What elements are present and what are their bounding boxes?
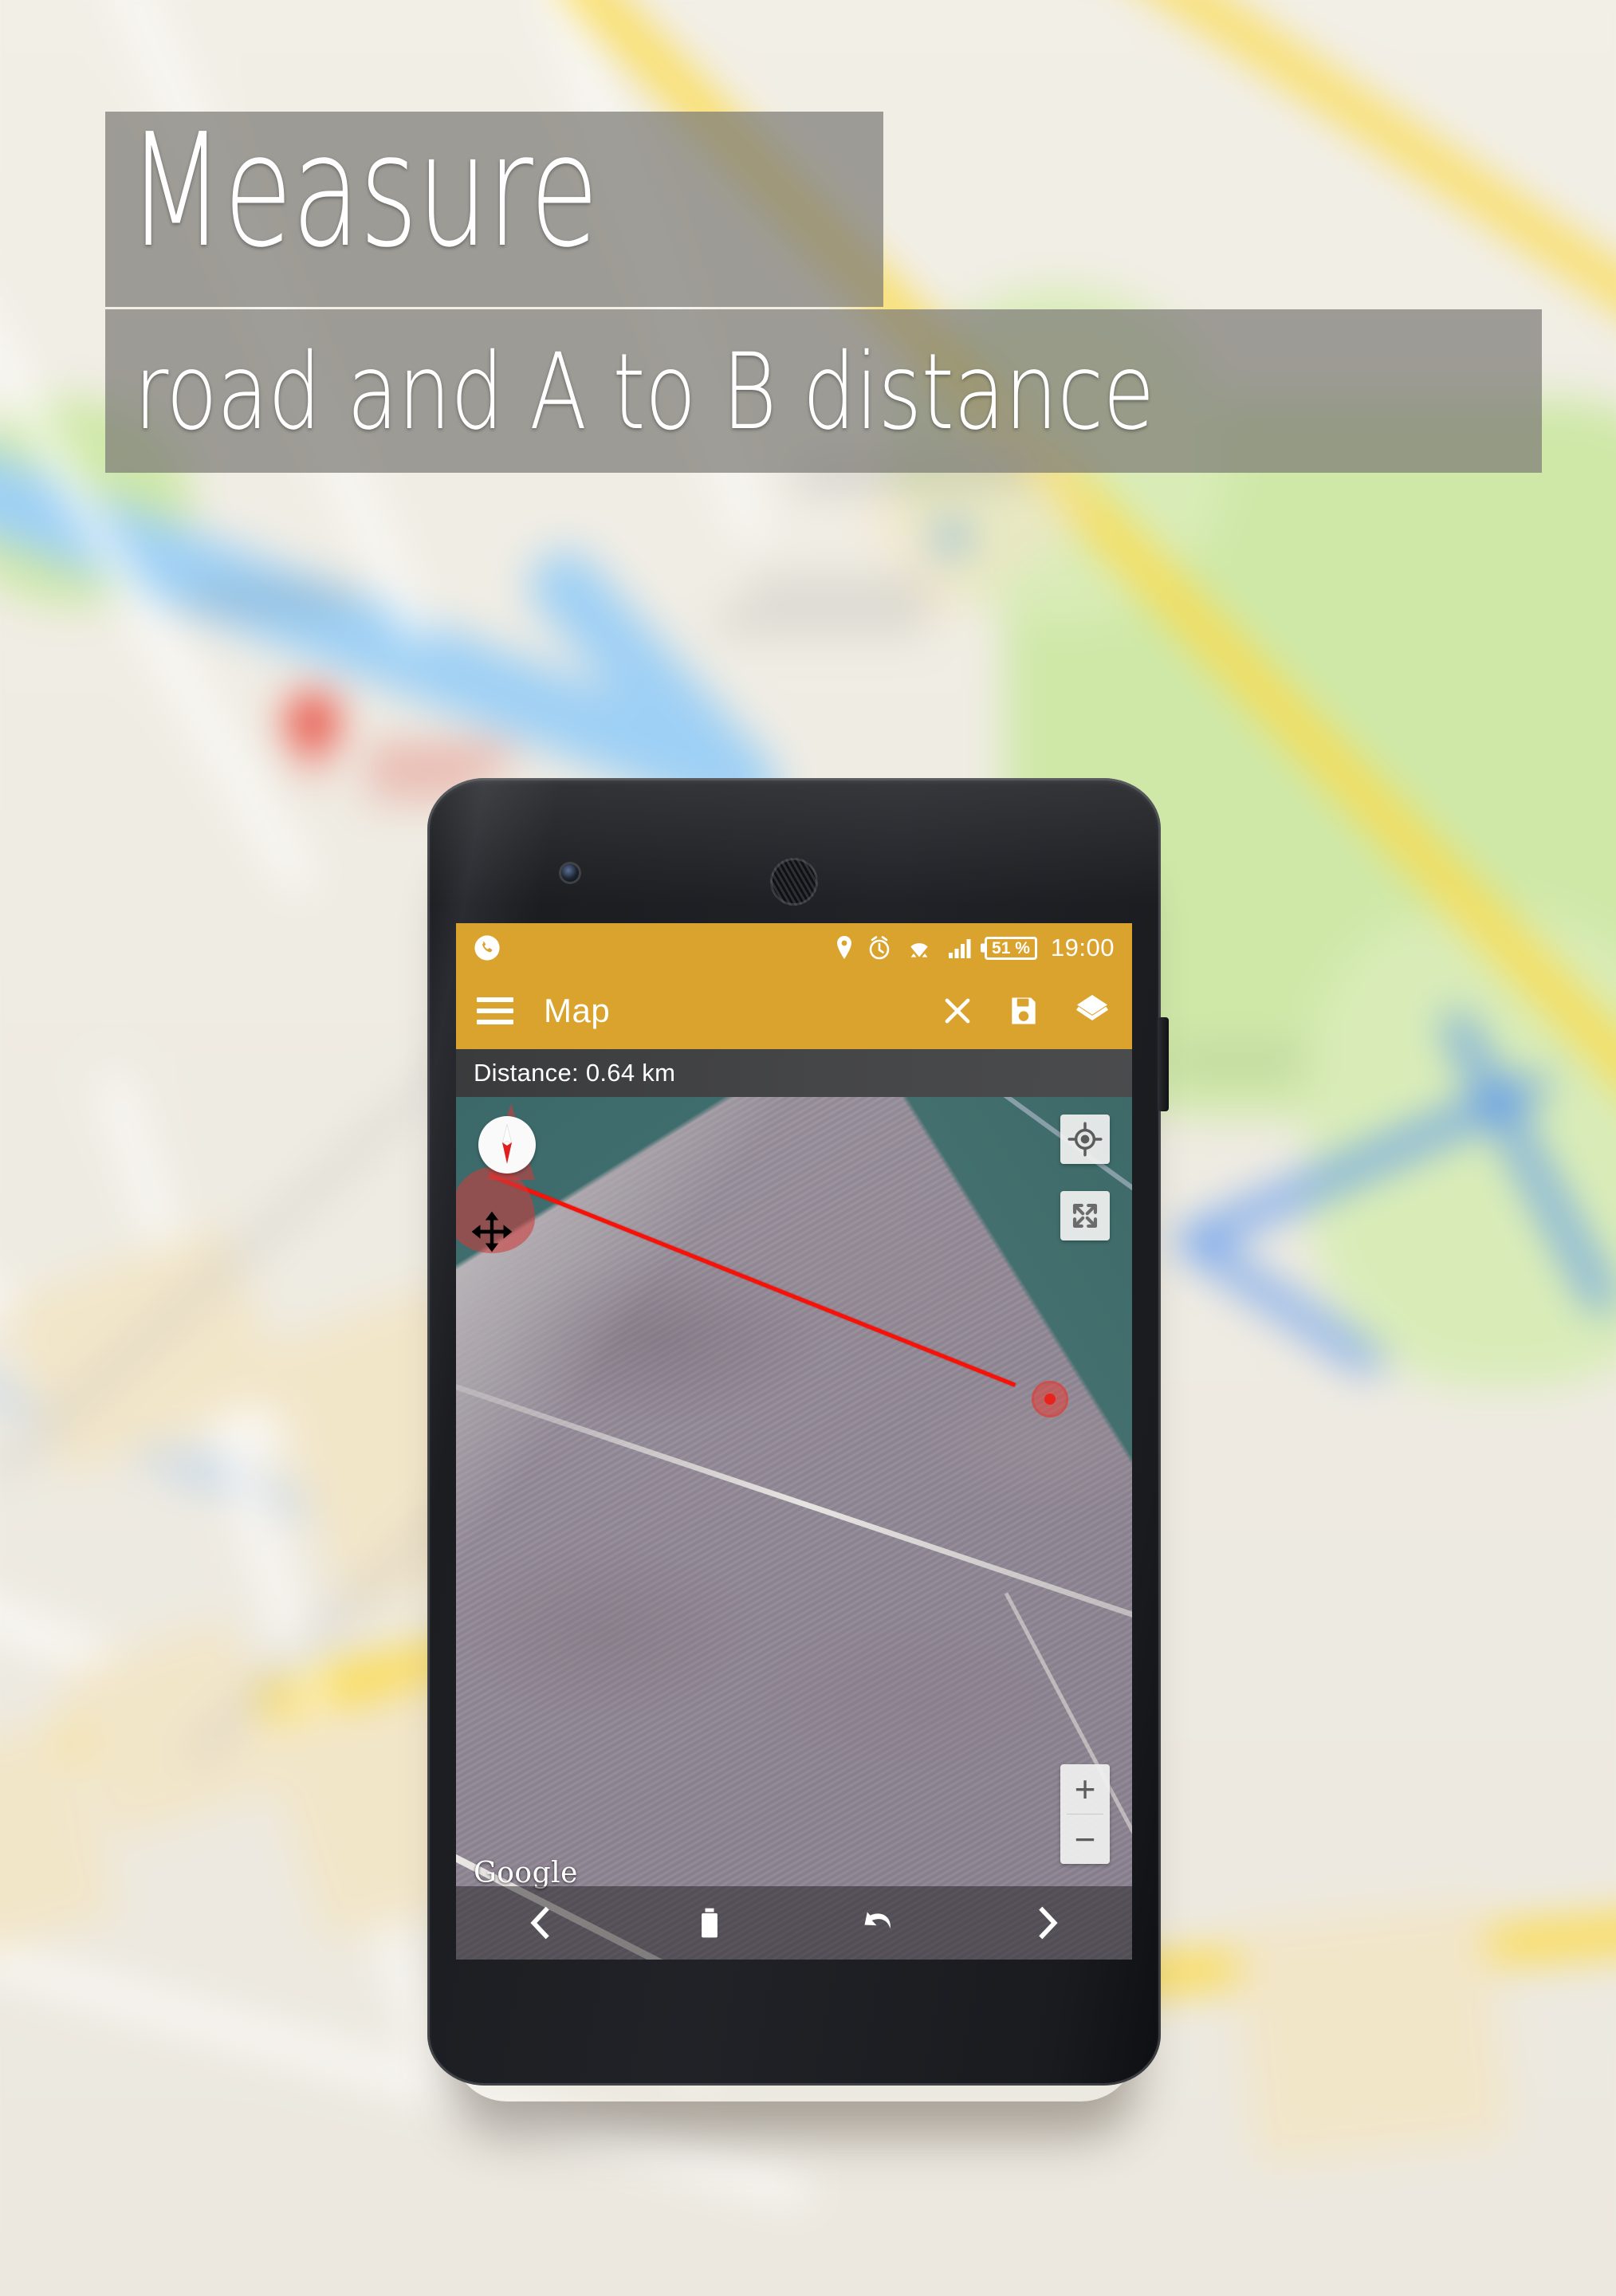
undo-button[interactable]: [843, 1896, 914, 1950]
my-location-button[interactable]: [1060, 1115, 1110, 1164]
measurement-marker-b-dot: [1044, 1394, 1056, 1405]
google-attribution: Google: [474, 1857, 578, 1889]
battery-status-badge: 51 %: [985, 936, 1037, 960]
satellite-imagery: [456, 1097, 1132, 1960]
status-bar: 51 % 19:00: [456, 923, 1132, 973]
phone-body: 51 % 19:00 Map Distance: 0.64 km + − Goo…: [427, 778, 1161, 2086]
app-bar-actions: [941, 992, 1111, 1030]
phone-missed-call-icon: [474, 935, 500, 961]
front-camera-icon: [561, 864, 579, 882]
zoom-in-button[interactable]: +: [1060, 1764, 1110, 1814]
bg-map-pin-label: [367, 749, 510, 767]
battery-level-text: 51 %: [992, 938, 1030, 957]
bg-poi-marker: [941, 526, 963, 548]
zoom-out-button[interactable]: −: [1060, 1814, 1110, 1864]
crosshair-target-icon: [1068, 1122, 1103, 1157]
earpiece-speaker-icon: [770, 858, 818, 906]
promo-subheadline: road and A to B distance: [134, 331, 1154, 454]
zoom-controls: + −: [1060, 1764, 1110, 1864]
bg-place-label-2: [749, 582, 933, 598]
status-bar-clock: 19:00: [1050, 934, 1115, 961]
delete-button[interactable]: [674, 1896, 745, 1950]
bg-place-label-3: [718, 614, 925, 630]
bg-city-block: [1232, 1901, 1511, 2165]
wifi-icon: [910, 943, 928, 957]
app-bar-title: Map: [544, 992, 611, 1029]
hamburger-menu-icon[interactable]: [477, 997, 513, 1024]
trash-icon: [702, 1908, 718, 1938]
bg-place-label-5: [1172, 1052, 1307, 1068]
expand-arrows-icon: [1072, 1203, 1098, 1229]
bg-place-label-4: [191, 590, 351, 607]
promo-headline: Measure: [128, 100, 599, 282]
phone-power-button[interactable]: [1158, 1017, 1169, 1111]
hamburger-line: [477, 1008, 513, 1013]
app-bar: Map: [456, 973, 1132, 1049]
distance-bar: Distance: 0.64 km: [456, 1049, 1132, 1097]
map-view[interactable]: + − Google: [456, 1097, 1132, 1960]
hamburger-line: [477, 997, 513, 1002]
hamburger-line: [477, 1020, 513, 1024]
alarm-clock-icon: [869, 936, 890, 960]
next-button[interactable]: [1012, 1896, 1083, 1950]
location-pin-icon: [837, 936, 852, 959]
chevron-right-icon: [1039, 1906, 1058, 1940]
move-arrows-icon[interactable]: [469, 1209, 515, 1255]
measure-toolbar: [456, 1886, 1132, 1960]
cellular-signal-icon: [949, 939, 971, 958]
layers-icon[interactable]: [1073, 992, 1111, 1030]
phone-screen: 51 % 19:00 Map Distance: 0.64 km + − Goo…: [456, 923, 1132, 1960]
undo-arrow-icon: [864, 1912, 891, 1929]
bg-map-pin-tip: [300, 733, 325, 783]
save-icon[interactable]: [1006, 993, 1041, 1028]
fullscreen-button[interactable]: [1060, 1191, 1110, 1240]
chevron-left-icon: [530, 1906, 549, 1940]
status-bar-left: [474, 934, 501, 961]
status-bar-right: 51 % 19:00: [835, 934, 1115, 962]
distance-label: Distance: 0.64 km: [474, 1059, 676, 1087]
bg-park-area-3: [1307, 909, 1616, 1387]
compass-needle-icon[interactable]: [478, 1116, 536, 1174]
phone-mockup: 51 % 19:00 Map Distance: 0.64 km + − Goo…: [427, 778, 1169, 2086]
close-icon[interactable]: [941, 994, 974, 1028]
previous-button[interactable]: [505, 1896, 576, 1950]
